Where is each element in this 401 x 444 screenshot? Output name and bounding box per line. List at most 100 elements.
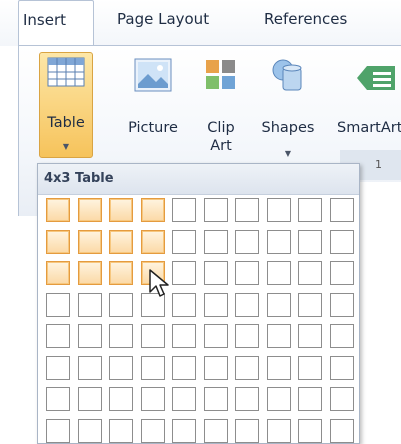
table-grid-cell[interactable] [235,293,259,317]
table-grid-cell[interactable] [267,387,291,411]
table-grid-cell[interactable] [78,387,102,411]
table-grid-cell[interactable] [46,387,70,411]
table-grid-cell[interactable] [235,230,259,254]
table-grid-cell[interactable] [172,387,196,411]
table-grid-cell[interactable] [267,356,291,380]
chevron-down-icon: ▼ [62,142,70,151]
table-grid-cell[interactable] [298,261,322,285]
table-grid-cell[interactable] [109,419,133,443]
table-grid-cell[interactable] [298,230,322,254]
table-grid-cell[interactable] [204,293,228,317]
picture-button-label: Picture [128,120,178,136]
table-grid-cell[interactable] [78,293,102,317]
table-grid-cell[interactable] [267,324,291,348]
table-grid-cell[interactable] [330,387,354,411]
table-grid-cell[interactable] [109,387,133,411]
clip-art-label-line1: Clip [207,120,235,136]
table-grid-cell[interactable] [267,293,291,317]
table-grid-cell[interactable] [235,198,259,222]
table-grid-cell[interactable] [172,261,196,285]
tab-references[interactable]: References [264,0,347,46]
table-grid-cell[interactable] [172,230,196,254]
table-grid-cell[interactable] [109,356,133,380]
table-grid-cell[interactable] [141,230,165,254]
table-grid-cell[interactable] [78,198,102,222]
table-grid-cell[interactable] [204,356,228,380]
shapes-button[interactable]: Shapes ▼ [257,54,319,158]
table-grid-cell[interactable] [109,261,133,285]
table-grid-cell[interactable] [46,198,70,222]
table-grid-cell[interactable] [330,230,354,254]
table-button-label: Table [47,115,85,131]
smartart-button[interactable]: SmartArt [329,54,401,154]
table-grid-cell[interactable] [78,261,102,285]
table-grid-cell[interactable] [141,324,165,348]
table-icon [47,57,85,93]
tab-insert-label: Insert [23,11,67,29]
table-grid-cell[interactable] [141,419,165,443]
table-grid-cell[interactable] [330,356,354,380]
table-grid-cell[interactable] [298,387,322,411]
table-grid-cell[interactable] [235,261,259,285]
table-grid-cell[interactable] [298,324,322,348]
table-grid-cell[interactable] [204,261,228,285]
tab-insert[interactable]: Insert [18,0,94,46]
table-grid-cell[interactable] [109,324,133,348]
table-grid-cell[interactable] [235,356,259,380]
table-grid-cell[interactable] [172,324,196,348]
table-grid-cell[interactable] [141,198,165,222]
table-grid-cell[interactable] [267,198,291,222]
table-grid-cell[interactable] [298,198,322,222]
table-grid-cell[interactable] [172,356,196,380]
table-grid-cell[interactable] [235,324,259,348]
chevron-down-icon: ▼ [284,149,292,158]
table-grid-cell[interactable] [204,419,228,443]
smartart-button-label: SmartArt [337,120,401,136]
table-grid-cell[interactable] [172,198,196,222]
table-grid-cell[interactable] [46,293,70,317]
picture-button[interactable]: Picture [121,54,185,154]
table-grid-cell[interactable] [172,293,196,317]
table-grid-cell[interactable] [46,230,70,254]
table-grid-cell[interactable] [204,198,228,222]
table-grid-cell[interactable] [204,387,228,411]
clip-art-label-line2: Art [210,138,232,154]
table-grid-cell[interactable] [78,230,102,254]
table-grid-cell[interactable] [235,419,259,443]
table-grid-cell[interactable] [204,230,228,254]
table-grid-cell[interactable] [330,419,354,443]
table-grid-cell[interactable] [330,261,354,285]
table-grid-cell[interactable] [330,198,354,222]
table-grid-cell[interactable] [78,356,102,380]
mouse-pointer-icon [148,268,170,302]
table-grid-cell[interactable] [46,324,70,348]
table-grid-cell[interactable] [267,230,291,254]
table-grid-cell[interactable] [298,293,322,317]
table-grid-cell[interactable] [109,293,133,317]
table-grid-cell[interactable] [109,230,133,254]
clip-art-button[interactable]: Clip Art [197,54,245,154]
table-grid-cell[interactable] [330,324,354,348]
tab-page-layout[interactable]: Page Layout [117,0,209,46]
table-grid-cell[interactable] [330,293,354,317]
table-grid-cell[interactable] [172,419,196,443]
table-grid-cell[interactable] [298,419,322,443]
clip-art-icon [204,58,238,98]
picture-icon [134,58,172,98]
table-grid-cell[interactable] [78,419,102,443]
table-grid-cell[interactable] [141,387,165,411]
table-grid-cell[interactable] [267,419,291,443]
table-grid-cell[interactable] [267,261,291,285]
table-grid-cell[interactable] [141,356,165,380]
table-button[interactable]: Table ▼ [39,52,93,158]
table-size-header: 4x3 Table [38,164,359,195]
table-grid-cell[interactable] [109,198,133,222]
table-grid-cell[interactable] [235,387,259,411]
table-grid-cell[interactable] [46,261,70,285]
table-grid-cell[interactable] [204,324,228,348]
table-grid-cell[interactable] [46,356,70,380]
table-grid-cell[interactable] [46,419,70,443]
table-grid-cell[interactable] [298,356,322,380]
shapes-button-label: Shapes [261,120,315,136]
table-grid-cell[interactable] [78,324,102,348]
